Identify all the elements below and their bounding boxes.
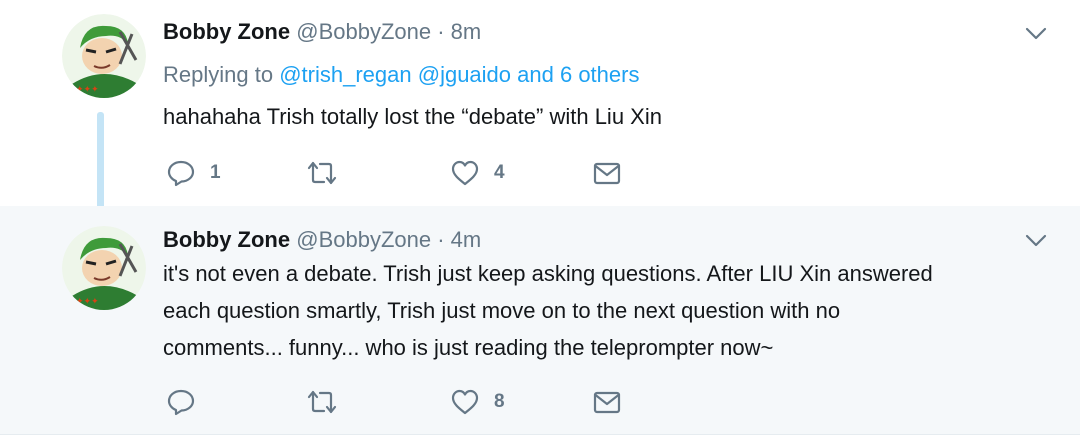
tweet-header: Bobby Zone @BobbyZone · 8m bbox=[163, 17, 481, 47]
like-count: 4 bbox=[494, 162, 505, 183]
direct-message-button[interactable] bbox=[592, 156, 622, 190]
tweet-actions: 8 bbox=[0, 385, 1080, 419]
tweet-text-line: hahahaha Trish totally lost the “debate”… bbox=[163, 104, 662, 129]
tweet-text: it's not even a debate. Trish just keep … bbox=[163, 255, 933, 366]
separator: · bbox=[437, 19, 445, 44]
like-button[interactable]: 4 bbox=[450, 156, 505, 190]
mention-link[interactable]: @trish_regan bbox=[279, 62, 411, 87]
username[interactable]: @BobbyZone bbox=[296, 19, 431, 44]
tweet-text-line: each question smartly, Trish just move o… bbox=[163, 298, 841, 323]
separator: · bbox=[437, 227, 445, 252]
chevron-down-icon[interactable] bbox=[1024, 25, 1048, 41]
avatar[interactable]: ✦✦✦ bbox=[62, 226, 146, 310]
retweet-button[interactable] bbox=[305, 156, 353, 190]
reply-icon bbox=[167, 160, 195, 187]
tweet-text-line: it's not even a debate. Trish just keep … bbox=[163, 261, 933, 286]
like-count: 8 bbox=[494, 391, 505, 412]
tweet-text-line: comments... funny... who is just reading… bbox=[163, 335, 774, 360]
reply-count: 1 bbox=[210, 162, 221, 183]
retweet-icon bbox=[307, 390, 337, 414]
tweet[interactable]: ✦✦✦ Bobby Zone @BobbyZone · 8m Replying … bbox=[0, 0, 1080, 220]
chevron-down-icon[interactable] bbox=[1024, 232, 1048, 248]
tweet-text: hahahaha Trish totally lost the “debate”… bbox=[163, 102, 662, 132]
reply-button[interactable] bbox=[166, 385, 210, 419]
mention-link[interactable]: @jguaido bbox=[418, 62, 511, 87]
replying-to: Replying to @trish_regan @jguaido and 6 … bbox=[163, 60, 639, 90]
avatar[interactable]: ✦✦✦ bbox=[62, 14, 146, 98]
direct-message-icon bbox=[593, 391, 621, 414]
replying-prefix: Replying to bbox=[163, 62, 274, 87]
svg-text:✦✦✦: ✦✦✦ bbox=[76, 84, 99, 94]
like-icon bbox=[451, 389, 479, 415]
tweet-header: Bobby Zone @BobbyZone · 4m bbox=[163, 225, 481, 255]
others-link[interactable]: and 6 others bbox=[517, 62, 639, 87]
direct-message-button[interactable] bbox=[592, 385, 622, 419]
like-button[interactable]: 8 bbox=[450, 385, 505, 419]
username[interactable]: @BobbyZone bbox=[296, 227, 431, 252]
retweet-icon bbox=[307, 161, 337, 185]
like-icon bbox=[451, 160, 479, 186]
display-name[interactable]: Bobby Zone bbox=[163, 227, 290, 252]
tweet-actions: 1 4 bbox=[0, 156, 1080, 190]
reply-icon bbox=[167, 389, 195, 416]
reply-button[interactable]: 1 bbox=[166, 156, 221, 190]
timestamp[interactable]: 4m bbox=[451, 227, 482, 252]
display-name[interactable]: Bobby Zone bbox=[163, 19, 290, 44]
timestamp[interactable]: 8m bbox=[451, 19, 482, 44]
svg-text:✦✦✦: ✦✦✦ bbox=[76, 296, 99, 306]
direct-message-icon bbox=[593, 162, 621, 185]
tweet-selected[interactable]: ✦✦✦ Bobby Zone @BobbyZone · 4m it's not … bbox=[0, 206, 1080, 434]
retweet-button[interactable] bbox=[305, 385, 353, 419]
